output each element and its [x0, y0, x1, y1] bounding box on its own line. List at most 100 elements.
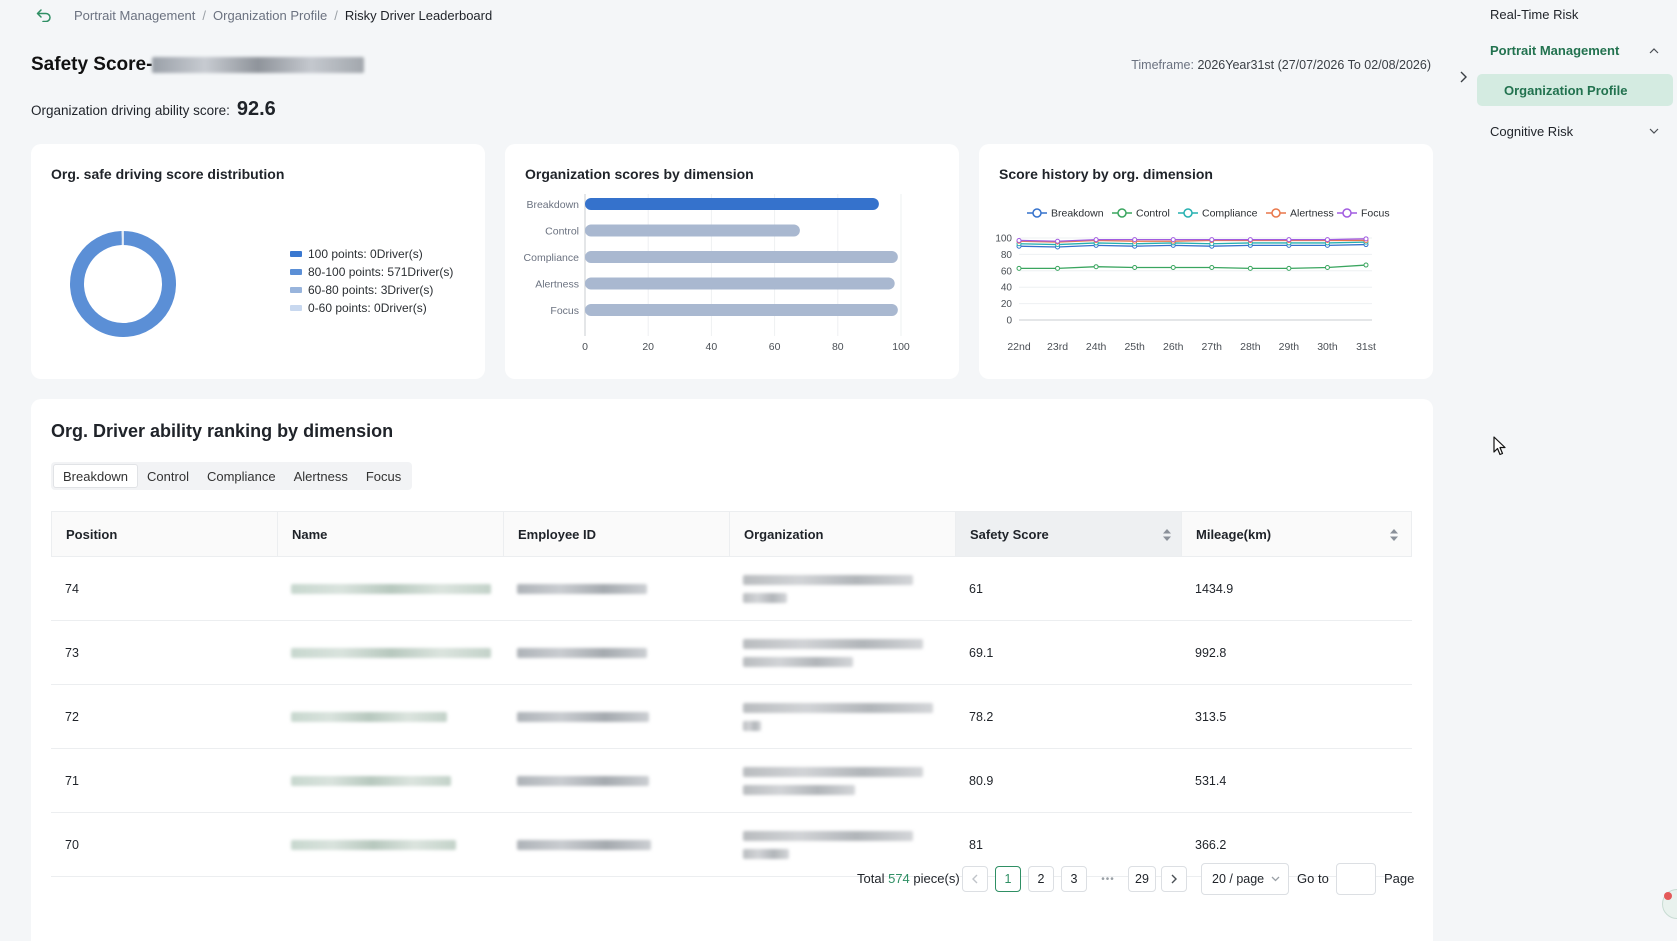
x-tick-label: 23rd: [1047, 341, 1068, 353]
x-tick-label: 25th: [1124, 341, 1145, 353]
legend-item[interactable]: 100 points: 0Driver(s): [290, 245, 453, 263]
series-point: [1247, 265, 1253, 271]
legend-swatch: [290, 287, 302, 293]
notification-dot: [1664, 892, 1672, 900]
legend-item[interactable]: 0-60 points: 0Driver(s): [290, 299, 453, 317]
redacted-organization: [743, 656, 853, 667]
sidebar-item-portrait-management[interactable]: Portrait Management: [1490, 43, 1619, 58]
legend-item[interactable]: 80-100 points: 571Driver(s): [290, 263, 453, 281]
redacted-organization-name: [152, 56, 365, 73]
goto-page-input[interactable]: [1336, 863, 1376, 895]
redacted-employee-id: [517, 839, 651, 850]
breadcrumb-separator: /: [202, 7, 207, 23]
cell-safety-score: 69.1: [969, 645, 994, 660]
series-line: [1019, 264, 1367, 269]
goto-label: Go to: [1297, 871, 1329, 886]
y-category-label: Alertness: [535, 279, 579, 291]
chevron-up-icon[interactable]: [1649, 46, 1659, 56]
sidebar-item-organization-profile[interactable]: Organization Profile: [1477, 74, 1673, 106]
tab-compliance[interactable]: Compliance: [198, 464, 285, 488]
y-category-label: Control: [545, 226, 579, 238]
series-point: [1055, 265, 1061, 271]
y-tick-label: 60: [1001, 266, 1013, 277]
y-tick-label: 0: [1006, 316, 1012, 327]
page-3-button[interactable]: 3: [1061, 866, 1087, 892]
series-point: [1286, 237, 1292, 243]
sort-icon[interactable]: [1163, 529, 1171, 541]
sidebar-item-real-time-risk[interactable]: Real-Time Risk: [1490, 7, 1578, 22]
page-size-select[interactable]: 20 / page: [1201, 863, 1289, 895]
series-point: [1286, 265, 1292, 271]
x-tick-label: 28th: [1240, 341, 1261, 353]
table-row[interactable]: 72 78.2 313.5: [51, 685, 1412, 749]
cell-name: [277, 557, 503, 620]
series-point: [1016, 237, 1022, 243]
legend-marker: [1117, 208, 1127, 218]
series-point: [1055, 238, 1061, 244]
redacted-organization: [743, 702, 933, 713]
table-row[interactable]: 74 61 1434.9: [51, 557, 1412, 621]
chevron-down-icon[interactable]: [1649, 126, 1659, 136]
page-last-button[interactable]: 29: [1128, 866, 1156, 892]
series-point: [1093, 264, 1099, 270]
breadcrumb-organization-profile[interactable]: Organization Profile: [213, 8, 327, 23]
series-point: [1247, 237, 1253, 243]
table-header: Position Name Employee ID Organization S…: [51, 511, 1412, 557]
series-point: [1170, 265, 1176, 271]
redacted-name: [291, 839, 456, 850]
legend-label: Compliance: [1202, 208, 1258, 220]
series-point: [1170, 237, 1176, 243]
dimension-bar-chart: 0 20 40 60 80 100 Breakdown Control Compliance Al…: [524, 194, 910, 353]
cell-employee-id: [503, 685, 729, 748]
dimension-tabs: Breakdown Control Compliance Alertness F…: [51, 462, 413, 490]
sort-icon[interactable]: [1390, 529, 1398, 541]
y-category-label: Breakdown: [526, 199, 579, 211]
x-tick-label: 24th: [1086, 341, 1107, 353]
sidebar-item-cognitive-risk[interactable]: Cognitive Risk: [1490, 124, 1573, 139]
table-row[interactable]: 71 80.9 531.4: [51, 749, 1412, 813]
mouse-cursor-icon: [1493, 436, 1506, 456]
cell-employee-id: [503, 813, 729, 876]
chevron-right-icon: [1171, 874, 1177, 884]
series-point: [1209, 265, 1215, 271]
column-employee-id: Employee ID: [504, 512, 730, 556]
x-tick-label: 30th: [1317, 341, 1338, 353]
tab-control[interactable]: Control: [138, 464, 198, 488]
cell-position: 72: [65, 709, 79, 724]
column-safety-score[interactable]: Safety Score: [956, 512, 1182, 556]
redacted-organization: [743, 720, 761, 731]
redacted-employee-id: [517, 711, 649, 722]
tab-breakdown[interactable]: Breakdown: [53, 464, 139, 488]
prev-page-button[interactable]: [962, 866, 988, 892]
pagination-ellipsis[interactable]: •••: [1094, 866, 1122, 892]
breadcrumb: Portrait Management / Organization Profi…: [36, 5, 492, 25]
y-category-label: Focus: [550, 305, 579, 317]
redacted-name: [291, 647, 491, 658]
y-tick-label: 80: [1001, 250, 1013, 261]
redacted-organization: [743, 574, 913, 585]
legend-item[interactable]: 60-80 points: 3Driver(s): [290, 281, 453, 299]
tab-focus[interactable]: Focus: [357, 464, 410, 488]
cell-position: 71: [65, 773, 79, 788]
series-point: [1132, 237, 1138, 243]
total-suffix: piece(s): [913, 871, 960, 886]
redacted-organization: [743, 784, 855, 795]
next-page-button[interactable]: [1161, 866, 1187, 892]
back-arrow-icon[interactable]: [36, 7, 52, 23]
y-tick-label: 20: [1001, 299, 1013, 310]
cell-position: 70: [65, 837, 79, 852]
donut-slice: [70, 231, 176, 337]
table-row[interactable]: 73 69.1 992.8: [51, 621, 1412, 685]
cell-position: 74: [65, 581, 79, 596]
column-mileage[interactable]: Mileage(km): [1182, 512, 1408, 556]
page-1-button[interactable]: 1: [995, 866, 1021, 892]
page-2-button[interactable]: 2: [1028, 866, 1054, 892]
redacted-employee-id: [517, 775, 649, 786]
tab-alertness[interactable]: Alertness: [285, 464, 357, 488]
cell-organization: [729, 685, 955, 748]
series-line: [1018, 243, 1367, 248]
bar: [585, 198, 879, 210]
ranking-card: Org. Driver ability ranking by dimension…: [31, 399, 1433, 941]
breadcrumb-portrait-management[interactable]: Portrait Management: [74, 8, 195, 23]
cell-mileage: 1434.9: [1195, 581, 1234, 596]
